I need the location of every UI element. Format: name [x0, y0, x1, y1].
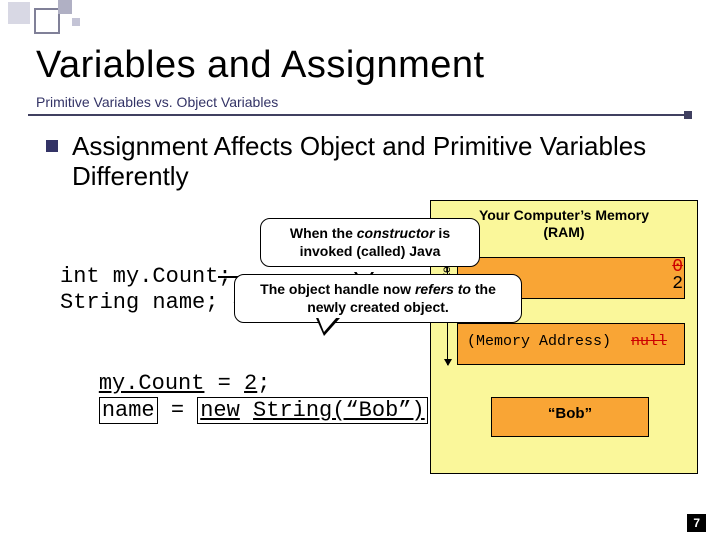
memory-address-label: (Memory Address) — [467, 333, 611, 350]
memory-title-line: (RAM) — [543, 224, 584, 240]
code-token: String(“Bob”) — [253, 398, 425, 423]
callout-constructor: When the constructor is invoked (called)… — [260, 218, 480, 267]
page-number: 7 — [687, 514, 706, 532]
deco-square — [72, 18, 80, 26]
slide-subtitle: Primitive Variables vs. Object Variables — [36, 94, 278, 110]
callout-tail-icon — [316, 318, 340, 336]
callout-em: constructor — [357, 225, 435, 241]
slide-title: Variables and Assignment — [36, 44, 485, 87]
callout-handle: The object handle now refers to the newl… — [234, 274, 522, 323]
deco-square — [58, 0, 72, 14]
code-token-boxed: new String(“Bob”) — [197, 397, 427, 424]
bullet-text: Assignment Affects Object and Primitive … — [72, 132, 682, 192]
callout-text: When the — [290, 225, 357, 241]
square-bullet-icon — [46, 140, 58, 152]
deco-square — [34, 8, 60, 34]
code-token: = — [158, 398, 198, 423]
callout-em: refers to — [415, 281, 471, 297]
callout-text: The object handle now — [260, 281, 415, 297]
corner-decoration — [0, 0, 180, 34]
code-assign-name: name = new String(“Bob”); — [46, 372, 441, 449]
code-token-boxed: name — [99, 397, 158, 424]
memory-cell-value: 0 2 — [672, 259, 683, 293]
slide: Variables and Assignment Primitive Varia… — [0, 0, 720, 540]
memory-object-value: “Bob” — [491, 405, 649, 422]
code-declaration-int: int my.Count; — [60, 264, 232, 289]
code-token — [240, 398, 253, 423]
memory-title-line: Your Computer’s Memory — [479, 207, 649, 223]
title-rule — [28, 114, 690, 116]
deco-square — [8, 2, 30, 24]
code-declaration-string: String name; — [60, 290, 218, 315]
value-new: 2 — [672, 276, 683, 293]
memory-null-struck: null — [631, 333, 667, 350]
code-token: new — [200, 398, 240, 423]
